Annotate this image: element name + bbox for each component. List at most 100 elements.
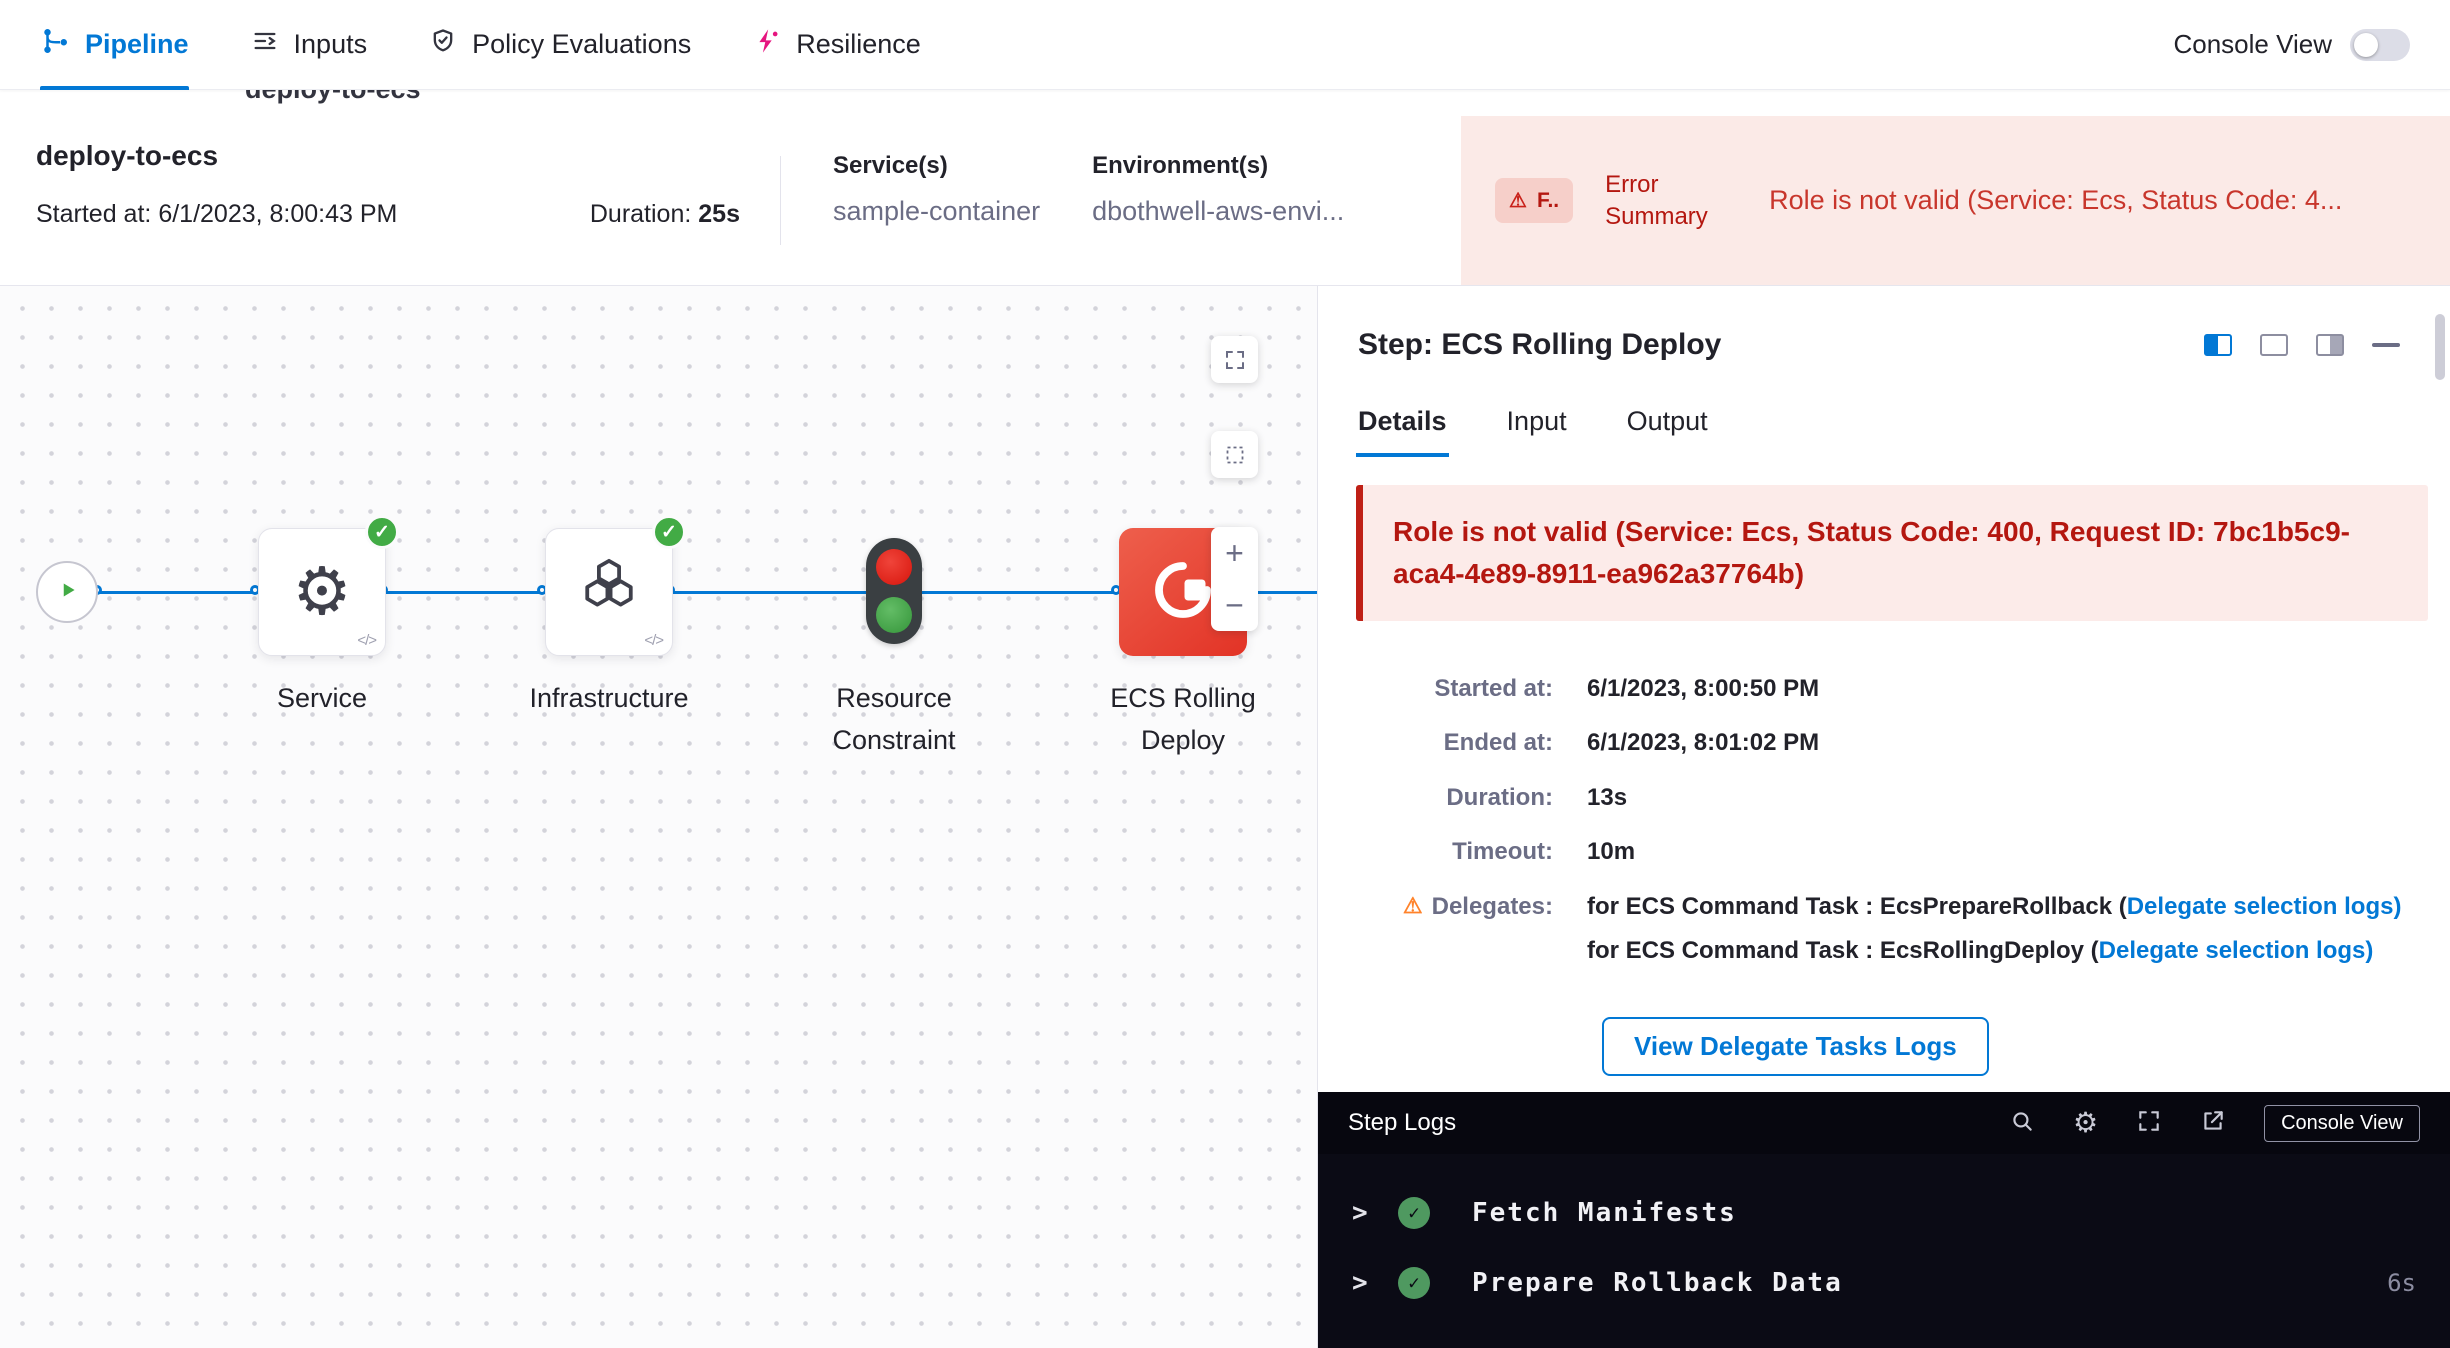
node-label-service: Service xyxy=(222,678,422,720)
connector-line xyxy=(386,591,545,594)
error-summary-label: Error Summary xyxy=(1605,169,1737,231)
play-icon xyxy=(54,577,80,608)
pipeline-name: deploy-to-ecs xyxy=(36,140,740,172)
pipeline-icon xyxy=(40,26,70,63)
node-label-infrastructure: Infrastructure xyxy=(509,678,709,720)
logs-console-view-button[interactable]: Console View xyxy=(2264,1105,2420,1142)
success-check-badge: ✓ xyxy=(652,515,686,549)
step-logs-panel: Step Logs ⚙ xyxy=(1318,1092,2450,1348)
detail-row-ended: Ended at: 6/1/2023, 8:01:02 PM xyxy=(1338,727,2450,759)
node-label-ecs-rolling-deploy: ECS Rolling Deploy xyxy=(1088,678,1278,762)
canvas-fullscreen-button[interactable] xyxy=(1211,336,1258,383)
expand-chevron-icon[interactable]: > xyxy=(1352,1268,1398,1298)
console-view-toggle[interactable] xyxy=(2350,29,2410,61)
tab-resilience[interactable]: Resilience xyxy=(753,0,921,90)
connector-line xyxy=(922,591,1119,594)
tab-resilience-label: Resilience xyxy=(796,29,921,60)
started-at: Started at: 6/1/2023, 8:00:43 PM xyxy=(36,200,397,229)
delegate-line: for ECS Command Task : EcsRollingDeploy … xyxy=(1587,935,2401,967)
log-section-fetch-manifests[interactable]: > ✓ Fetch Manifests xyxy=(1318,1178,2450,1248)
ecs-icon xyxy=(1147,554,1219,631)
detail-row-started: Started at: 6/1/2023, 8:00:50 PM xyxy=(1338,673,2450,705)
success-check-badge: ✓ xyxy=(365,515,399,549)
main-split: ⚙ ✓ </> Service ✓ </> Infrastructure xyxy=(0,286,2450,1348)
node-label-resource-constraint: Resource Constraint xyxy=(794,678,994,762)
clipped-pipeline-name: deploy-to-ecs xyxy=(245,90,421,105)
environments-value[interactable]: dbothwell-aws-envi... xyxy=(1092,196,1344,227)
log-success-check-icon: ✓ xyxy=(1398,1267,1430,1299)
step-error-banner: Role is not valid (Service: Ecs, Status … xyxy=(1356,485,2428,621)
services-label: Service(s) xyxy=(833,152,1040,180)
log-success-check-icon: ✓ xyxy=(1398,1197,1430,1229)
inputs-icon xyxy=(251,27,279,62)
layout-left-pane-icon[interactable] xyxy=(2204,334,2232,356)
environments-label: Environment(s) xyxy=(1092,152,1344,180)
services-block: Service(s) sample-container xyxy=(781,116,1040,285)
delegate-line: for ECS Command Task : EcsPrepareRollbac… xyxy=(1587,891,2401,923)
tab-policy-evaluations[interactable]: Policy Evaluations xyxy=(429,0,691,90)
tab-inputs-label: Inputs xyxy=(294,29,368,60)
delegate-selection-logs-link[interactable]: Delegate selection logs xyxy=(2127,893,2394,920)
panel-layout-controls xyxy=(2204,334,2400,356)
services-value[interactable]: sample-container xyxy=(833,196,1040,227)
log-settings-gear-icon[interactable]: ⚙ xyxy=(2073,1109,2098,1137)
minimize-panel-icon[interactable] xyxy=(2372,343,2400,347)
error-summary-message: Role is not valid (Service: Ecs, Status … xyxy=(1769,185,2416,216)
traffic-light-red xyxy=(876,549,912,585)
infrastructure-hexagons-icon xyxy=(574,555,644,630)
console-view-label: Console View xyxy=(2173,29,2332,60)
step-details-panel: Step: ECS Rolling Deploy Details Input O… xyxy=(1317,286,2450,1348)
step-panel-tabs: Details Input Output xyxy=(1318,362,2450,457)
panel-scrollbar-thumb[interactable] xyxy=(2435,314,2445,380)
tab-inputs[interactable]: Inputs xyxy=(251,0,368,90)
node-service[interactable]: ⚙ ✓ </> xyxy=(258,528,386,656)
environments-block: Environment(s) dbothwell-aws-envi... xyxy=(1040,116,1344,285)
duration: Duration: 25s xyxy=(590,200,740,229)
step-panel-title: Step: ECS Rolling Deploy xyxy=(1358,328,1721,362)
step-logs-header: Step Logs ⚙ xyxy=(1318,1092,2450,1154)
search-icon[interactable] xyxy=(2009,1108,2035,1139)
logs-fullscreen-icon[interactable] xyxy=(2136,1108,2162,1139)
console-view-control: Console View xyxy=(2173,29,2410,61)
step-logs-title: Step Logs xyxy=(1348,1109,1456,1137)
warning-icon: ⚠ xyxy=(1509,188,1527,213)
tab-input[interactable]: Input xyxy=(1507,406,1567,457)
step-details-list: Started at: 6/1/2023, 8:00:50 PM Ended a… xyxy=(1318,673,2450,1076)
pipeline-start-node[interactable] xyxy=(36,561,98,623)
layout-right-pane-icon[interactable] xyxy=(2316,334,2344,356)
tab-pipeline-label: Pipeline xyxy=(85,29,189,60)
expand-chevron-icon[interactable]: > xyxy=(1352,1198,1398,1228)
pipeline-canvas[interactable]: ⚙ ✓ </> Service ✓ </> Infrastructure xyxy=(0,286,1317,1348)
delegates-info: for ECS Command Task : EcsPrepareRollbac… xyxy=(1587,891,2401,980)
execution-header: deploy-to-ecs Started at: 6/1/2023, 8:00… xyxy=(0,116,2450,286)
delegate-selection-logs-link[interactable]: Delegate selection logs xyxy=(2099,937,2366,964)
log-section-prepare-rollback-data[interactable]: > ✓ Prepare Rollback Data 6s xyxy=(1318,1248,2450,1318)
error-summary-strip: ⚠ F.. Error Summary Role is not valid (S… xyxy=(1461,116,2450,285)
view-delegate-tasks-logs-button[interactable]: View Delegate Tasks Logs xyxy=(1602,1017,1989,1076)
toggle-knob xyxy=(2354,33,2378,57)
failed-status-badge: ⚠ F.. xyxy=(1495,178,1573,223)
execution-header-left: deploy-to-ecs Started at: 6/1/2023, 8:00… xyxy=(0,116,780,285)
layout-bottom-pane-icon[interactable] xyxy=(2260,334,2288,356)
tab-details[interactable]: Details xyxy=(1358,406,1447,457)
zoom-out-button[interactable]: − xyxy=(1211,579,1258,631)
node-infrastructure[interactable]: ✓ </> xyxy=(545,528,673,656)
code-icon: </> xyxy=(357,632,376,649)
detail-row-timeout: Timeout: 10m xyxy=(1338,836,2450,868)
service-gear-icon: ⚙ xyxy=(292,559,351,625)
open-in-new-icon[interactable] xyxy=(2200,1108,2226,1139)
tab-output[interactable]: Output xyxy=(1627,406,1708,457)
resilience-chaos-icon xyxy=(753,27,781,62)
top-nav: Pipeline Inputs Policy Evaluations xyxy=(0,0,2450,90)
tab-pipeline[interactable]: Pipeline xyxy=(40,0,189,90)
connector-line xyxy=(673,591,866,594)
canvas-marquee-select-button[interactable] xyxy=(1211,431,1258,478)
shield-check-icon xyxy=(429,27,457,62)
tab-policy-evaluations-label: Policy Evaluations xyxy=(472,29,691,60)
zoom-in-button[interactable]: + xyxy=(1211,527,1258,579)
delegate-warning-icon: ⚠ xyxy=(1403,893,1423,921)
connector-line xyxy=(98,591,258,594)
canvas-zoom-controls: + − xyxy=(1211,527,1258,631)
code-icon: </> xyxy=(644,632,663,649)
node-resource-constraint[interactable] xyxy=(866,538,922,644)
